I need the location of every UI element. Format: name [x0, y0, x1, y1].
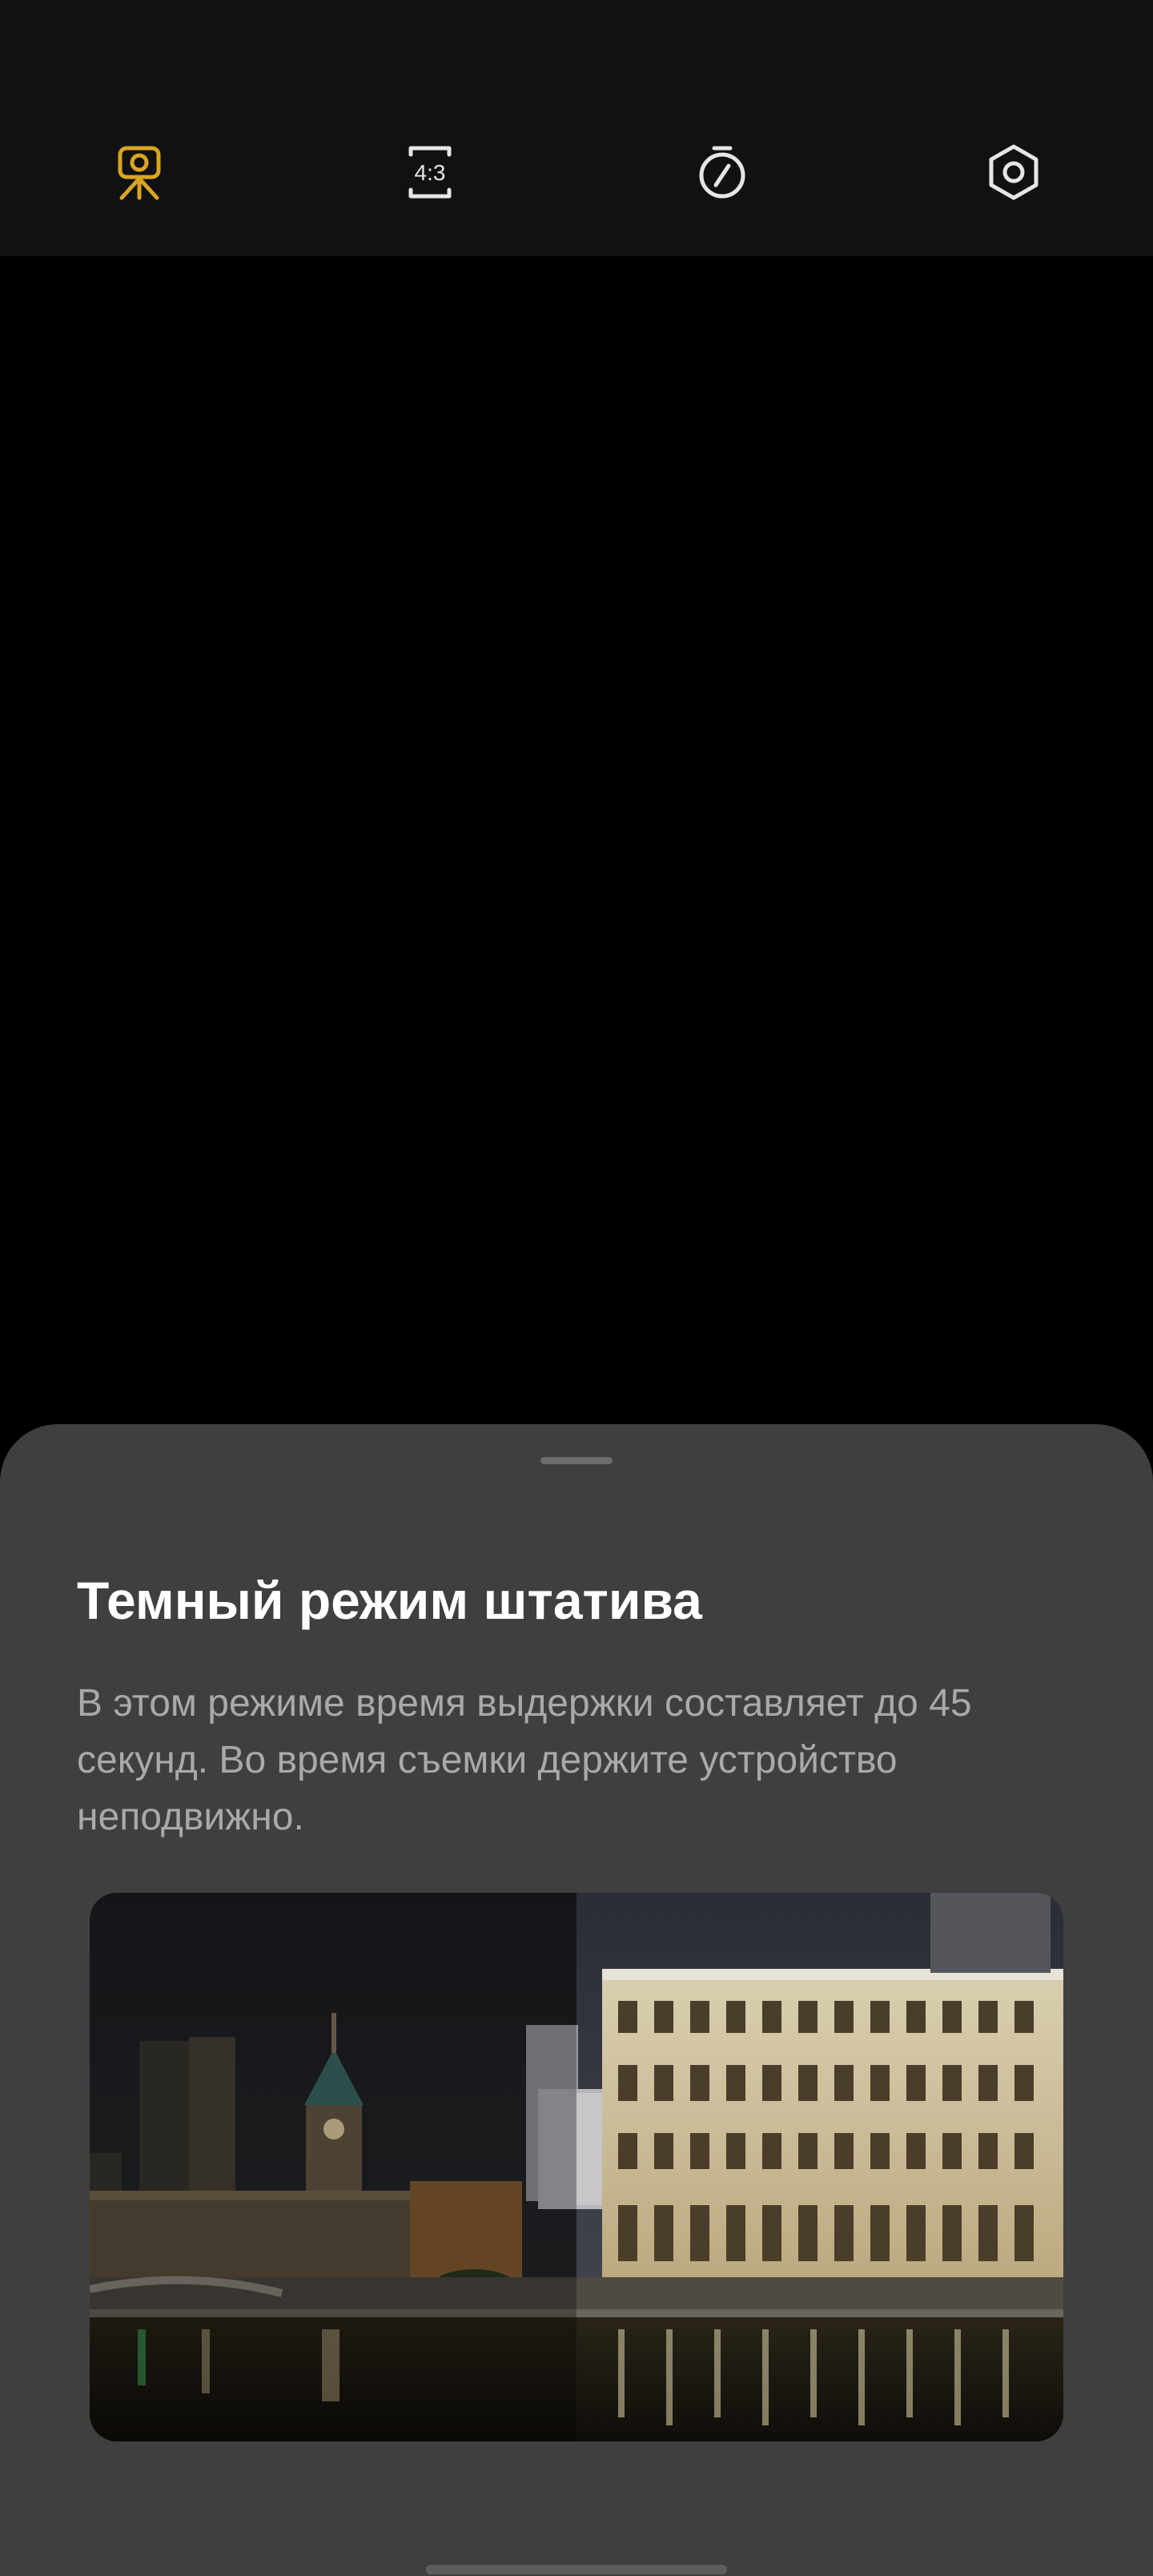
settings-hexagon-icon	[989, 144, 1039, 200]
camera-top-toolbar: 4:3	[0, 0, 1153, 256]
aspect-ratio-label: 4:3	[415, 160, 446, 185]
timer-button[interactable]	[682, 132, 762, 212]
night-mode-example-image	[90, 1893, 1063, 2441]
camera-viewfinder[interactable]	[0, 256, 1153, 1426]
aspect-ratio-icon: 4:3	[408, 146, 452, 199]
camera-screen: 4:3 Темный режим штатива В этом режиме в…	[0, 0, 1153, 2576]
tripod-mode-button[interactable]	[99, 132, 179, 212]
sheet-drag-handle[interactable]	[540, 1457, 613, 1464]
sheet-title: Темный режим штатива	[77, 1571, 702, 1630]
tripod-icon	[118, 146, 161, 200]
timer-icon	[699, 146, 745, 199]
sheet-description: В этом режиме время выдержки составляет …	[77, 1682, 972, 1838]
home-indicator	[426, 2565, 727, 2574]
settings-button[interactable]	[974, 132, 1054, 212]
info-bottom-sheet: Темный режим штатива В этом режиме время…	[0, 1424, 1153, 2576]
aspect-ratio-button[interactable]: 4:3	[390, 132, 470, 212]
